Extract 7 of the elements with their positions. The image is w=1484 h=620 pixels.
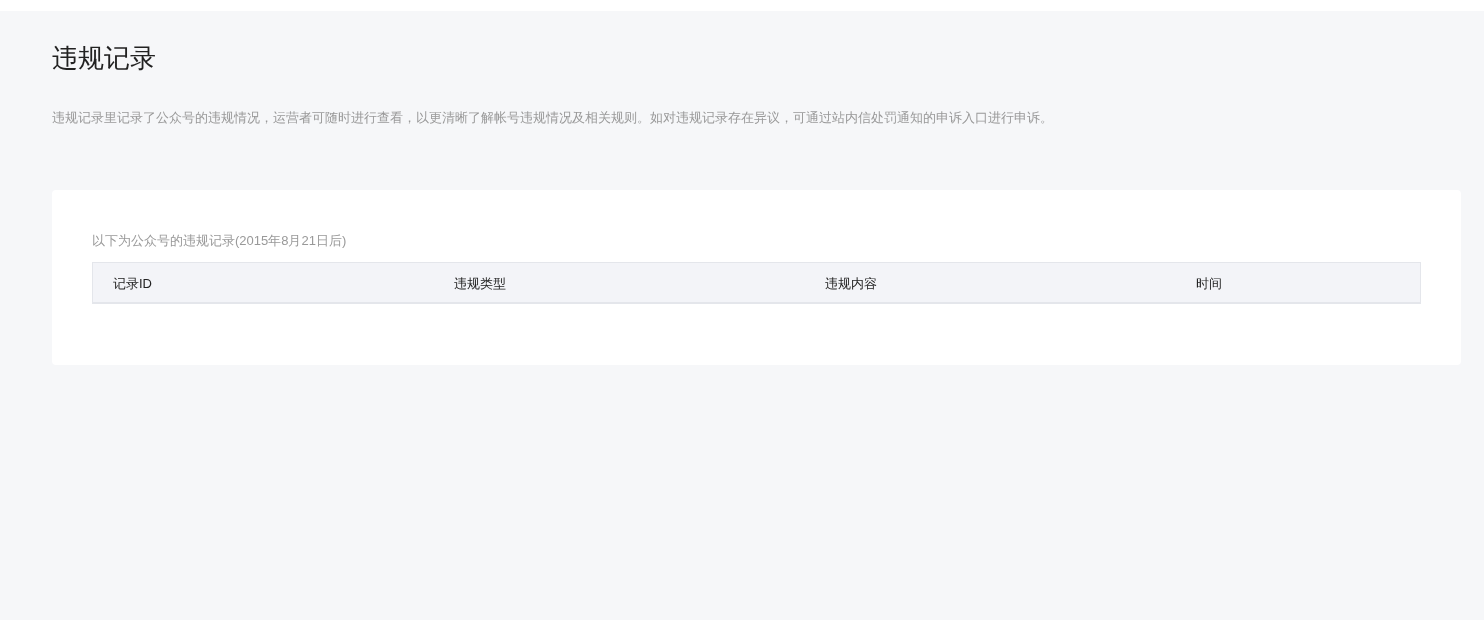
column-header: 记录ID [113, 275, 152, 291]
page-title: 违规记录 [52, 42, 156, 75]
records-caption: 以下为公众号的违规记录(2015年8月21日后) [92, 232, 347, 250]
description-text: 违规记录里记录了公众号的违规情况，运营者可随时进行查看，以更清晰了解帐号违规情况及相关规则。如对违规记录存在异议，可通过站内信处罚通知的申诉入口进行申诉。 [52, 109, 1053, 127]
column-header: 违规类型 [454, 275, 506, 291]
column-header: 时间 [1196, 275, 1222, 291]
column-header: 违规内容 [825, 275, 877, 291]
